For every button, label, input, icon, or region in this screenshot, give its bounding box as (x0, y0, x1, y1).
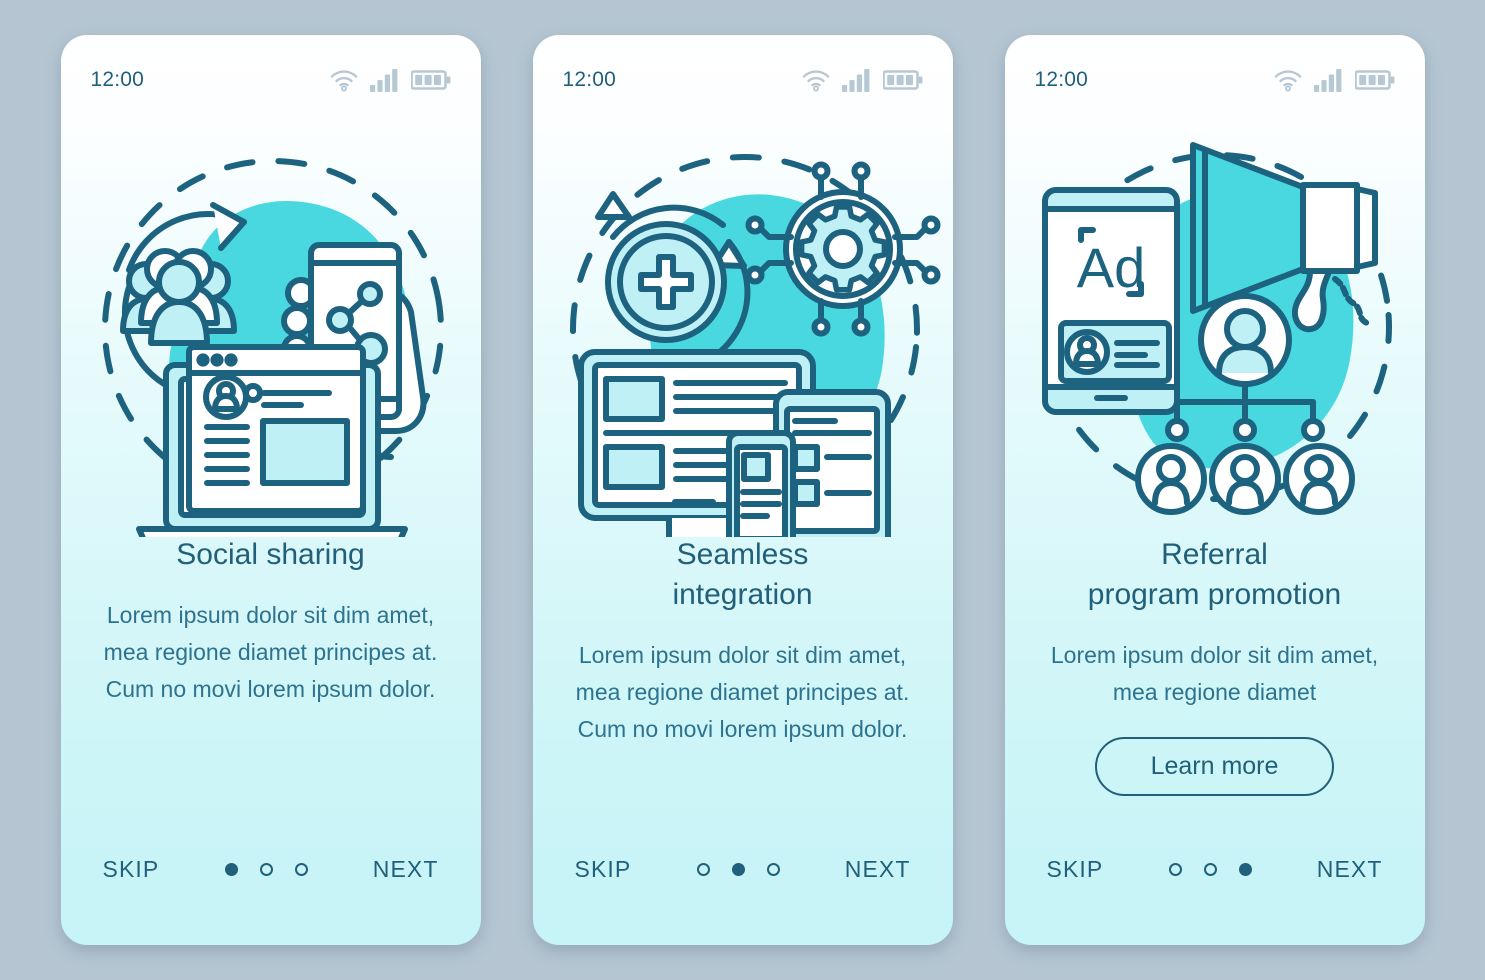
wifi-icon (801, 68, 831, 92)
pagination-dots (224, 863, 308, 876)
pagination-dot-1[interactable] (224, 863, 238, 876)
page-body-text: Lorem ipsum dolor sit dim amet, mea regi… (103, 602, 438, 702)
status-icon-group (801, 68, 923, 92)
pagination-dot-2[interactable] (731, 863, 745, 876)
onboarding-screen-referral-program: 12:00 Ad Referral program promotion Lore… (1004, 35, 1425, 945)
onboarding-screen-seamless-integration: 12:00 Seamless integration Lorem ipsum d… (532, 35, 953, 945)
signal-icon (369, 68, 400, 92)
pagination-dots (696, 863, 780, 876)
skip-button[interactable]: SKIP (103, 856, 160, 883)
pagination-dot-2[interactable] (259, 863, 273, 876)
pagination-dot-1[interactable] (696, 863, 710, 876)
status-clock: 12:00 (1034, 68, 1089, 91)
pagination-dot-1[interactable] (1168, 863, 1182, 876)
learn-more-button[interactable]: Learn more (1094, 737, 1335, 796)
battery-icon (1354, 68, 1395, 92)
cta-container: Learn more (1029, 737, 1401, 796)
status-icon-group (329, 68, 451, 92)
status-clock: 12:00 (562, 68, 617, 91)
skip-button[interactable]: SKIP (1047, 856, 1104, 883)
next-button[interactable]: NEXT (1317, 856, 1383, 883)
pagination-dots (1168, 863, 1252, 876)
pagination-dot-2[interactable] (1203, 863, 1217, 876)
screen-content: Referral program promotion Lorem ipsum d… (1005, 535, 1425, 796)
skip-button[interactable]: SKIP (575, 856, 632, 883)
status-icon-group (1273, 68, 1395, 92)
status-bar: 12:00 (61, 35, 481, 99)
onboarding-screen-social-sharing: 12:00 Social sharing Lorem ipsum dolor s… (60, 35, 481, 945)
pagination-dot-3[interactable] (1238, 863, 1252, 876)
battery-icon (410, 68, 451, 92)
bottom-nav: SKIP NEXT (1005, 856, 1425, 883)
seamless-integration-illustration (533, 97, 953, 537)
signal-icon (1313, 68, 1344, 92)
pagination-dot-3[interactable] (294, 863, 308, 876)
referral-program-illustration: Ad (1005, 97, 1425, 537)
page-body-text: Lorem ipsum dolor sit dim amet, mea regi… (1050, 642, 1379, 705)
screen-content: Seamless integration Lorem ipsum dolor s… (533, 535, 953, 748)
next-button[interactable]: NEXT (845, 856, 911, 883)
screen-content: Social sharing Lorem ipsum dolor sit dim… (61, 535, 481, 708)
page-title: Referral program promotion (1087, 538, 1342, 611)
onboarding-screens: 12:00 Social sharing Lorem ipsum dolor s… (0, 0, 1485, 980)
status-bar: 12:00 (1005, 35, 1425, 99)
battery-icon (882, 68, 923, 92)
status-bar: 12:00 (533, 35, 953, 99)
wifi-icon (1273, 68, 1303, 92)
page-body-text: Lorem ipsum dolor sit dim amet, mea regi… (575, 642, 910, 742)
page-title: Social sharing (176, 538, 365, 571)
next-button[interactable]: NEXT (373, 856, 439, 883)
svg-text:Ad: Ad (1076, 236, 1145, 299)
bottom-nav: SKIP NEXT (61, 856, 481, 883)
status-clock: 12:00 (90, 68, 145, 91)
wifi-icon (329, 68, 359, 92)
page-title: Seamless integration (672, 538, 813, 611)
pagination-dot-3[interactable] (766, 863, 780, 876)
signal-icon (841, 68, 872, 92)
bottom-nav: SKIP NEXT (533, 856, 953, 883)
social-sharing-illustration (61, 97, 481, 537)
